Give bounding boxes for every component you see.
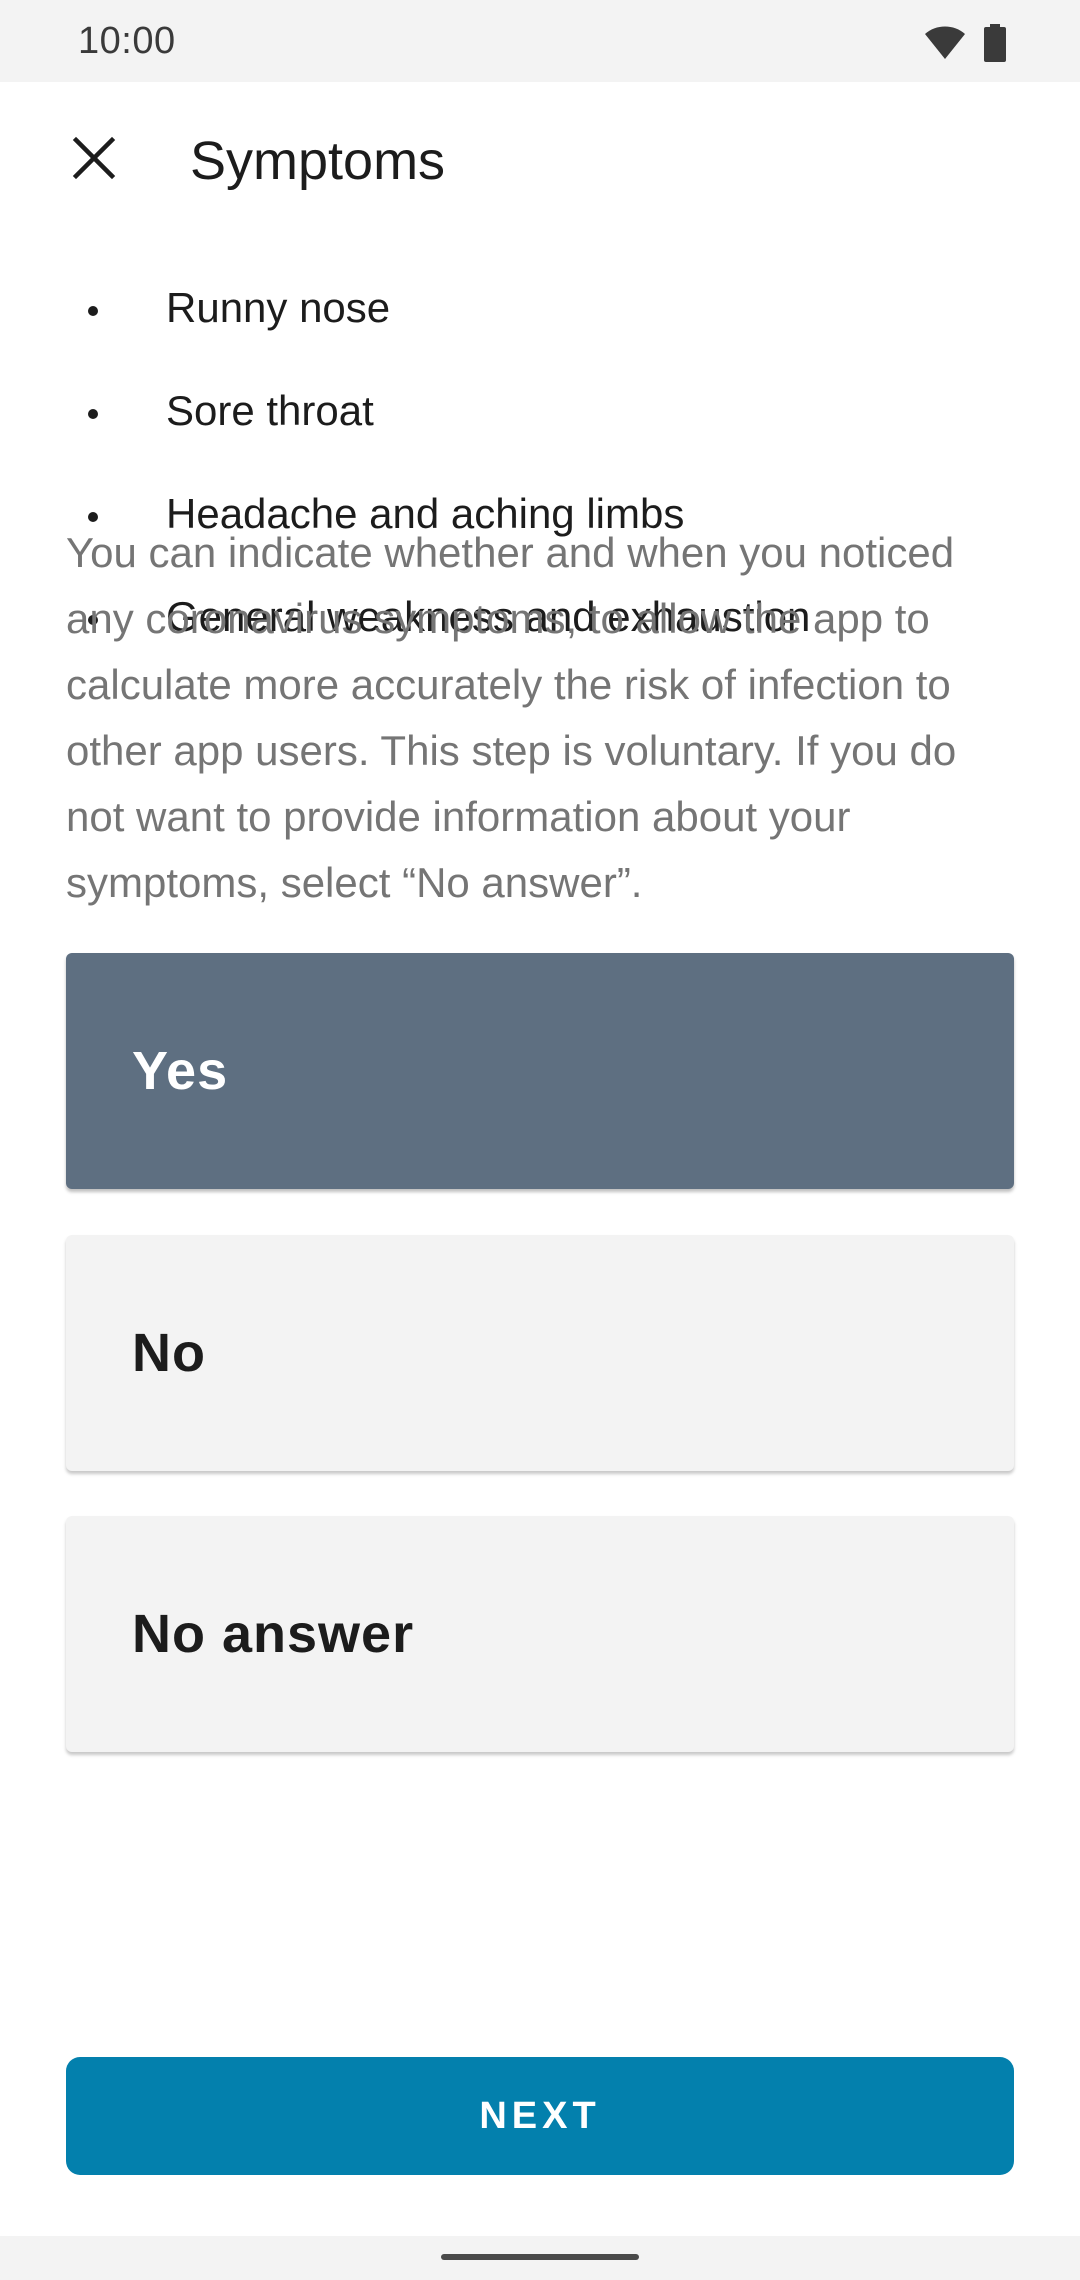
description-text: You can indicate whether and when you no… <box>66 529 957 906</box>
option-no-answer[interactable]: No answer <box>66 1516 1014 1752</box>
top-app-bar: Symptoms <box>0 82 1080 242</box>
option-yes[interactable]: Yes <box>66 953 1014 1189</box>
status-bar: 10:00 <box>0 0 1080 82</box>
option-no[interactable]: No <box>66 1235 1014 1471</box>
list-item: Runny nose <box>0 272 1080 375</box>
list-item: Sore throat <box>0 375 1080 478</box>
next-button[interactable]: NEXT <box>66 2057 1014 2175</box>
page-title: Symptoms <box>190 131 446 191</box>
close-button[interactable] <box>56 122 132 198</box>
bullet-icon <box>88 409 98 419</box>
status-icons <box>924 24 1006 62</box>
home-indicator[interactable] <box>441 2254 639 2260</box>
close-icon <box>72 136 116 185</box>
wifi-icon <box>924 25 966 61</box>
bullet-icon <box>88 306 98 316</box>
symptom-text: Sore throat <box>166 387 374 434</box>
symptom-text: Runny nose <box>166 284 391 331</box>
battery-icon <box>984 24 1006 62</box>
navigation-bar <box>0 2236 1080 2280</box>
status-time: 10:00 <box>78 20 176 62</box>
